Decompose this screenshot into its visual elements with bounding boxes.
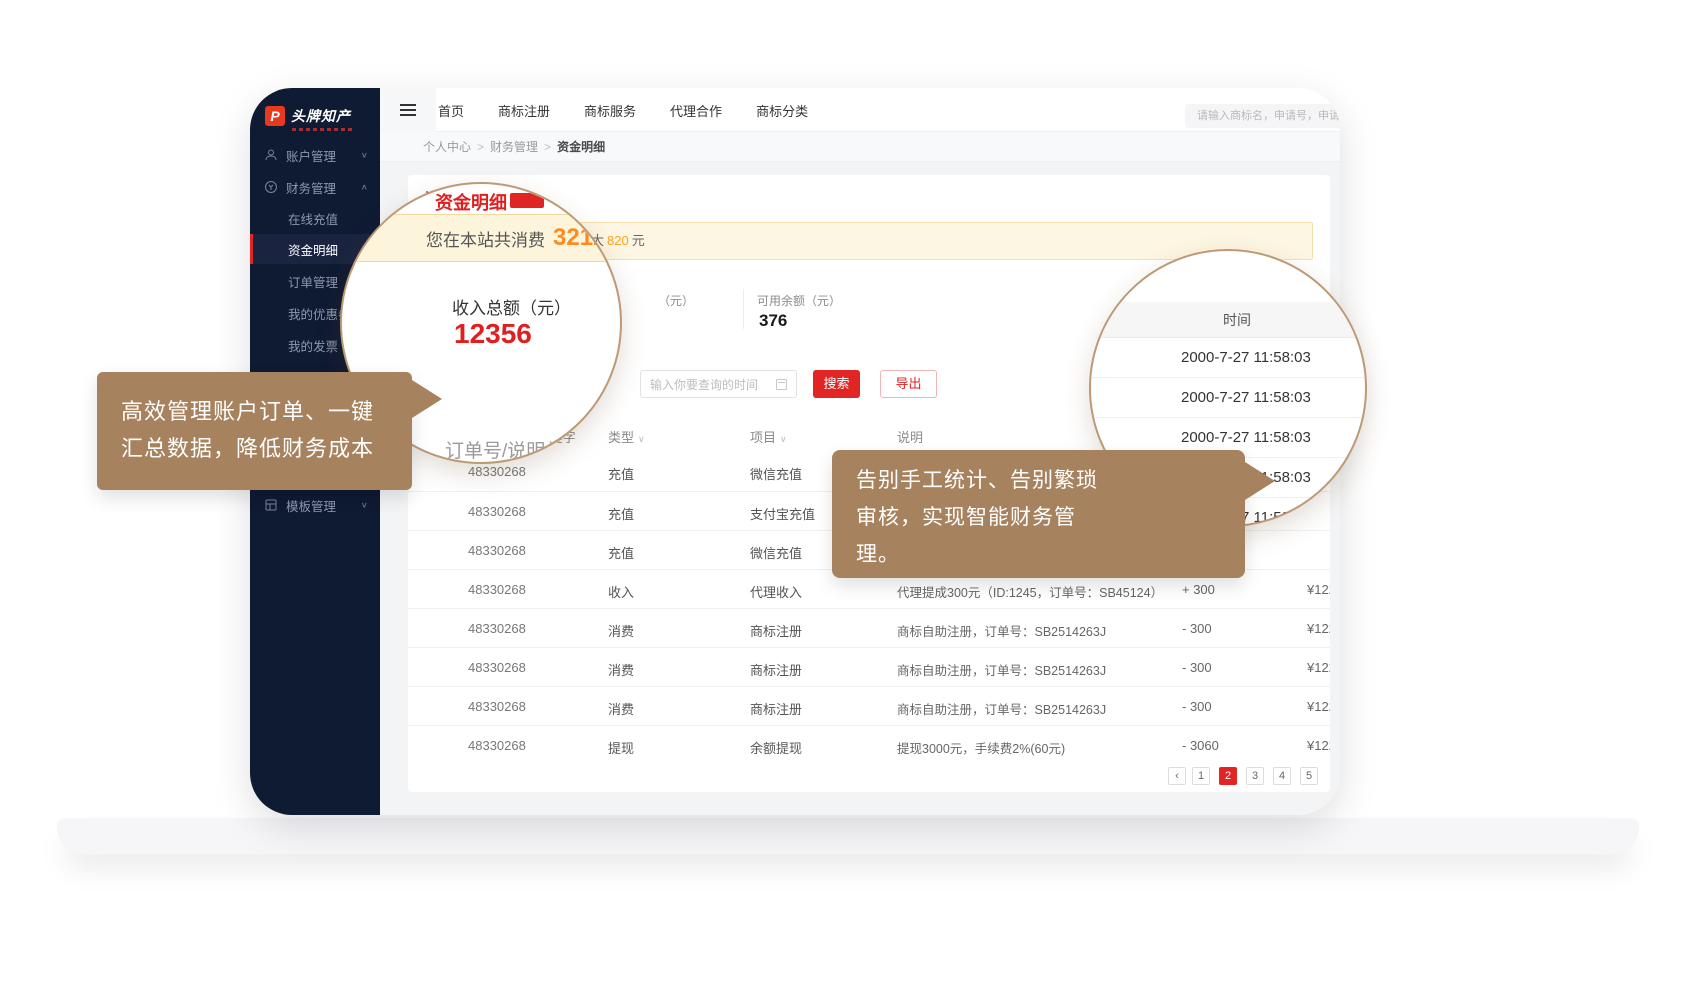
sidebar-item-finance[interactable]: 财务管理 ∧ (250, 173, 380, 201)
nav-menu: 首页 商标注册 商标服务 代理合作 商标分类 (438, 88, 808, 132)
sidebar-item-label: 财务管理 (286, 178, 336, 197)
chevron-down-icon: ∨ (361, 501, 368, 510)
magnified-time-header: 时间 (1091, 302, 1367, 338)
breadcrumb-separator: > (477, 140, 484, 154)
col-header-type[interactable]: 类型∨ (608, 427, 645, 446)
nav-item-trademark-register[interactable]: 商标注册 (498, 101, 550, 120)
brand-logo-icon: P (265, 106, 285, 126)
callout-text-line: 高效管理账户订单、一键 (121, 393, 412, 430)
nav-item-trademark-category[interactable]: 商标分类 (756, 101, 808, 120)
export-button[interactable]: 导出 (880, 370, 937, 398)
breadcrumb-item[interactable]: 个人中心 (423, 140, 471, 154)
hamburger-menu-icon[interactable] (380, 88, 436, 132)
callout-account-orders: 高效管理账户订单、一键 汇总数据，降低财务成本 (97, 372, 412, 490)
breadcrumb-separator: > (544, 140, 551, 154)
callout-text-line: 告别手工统计、告别繁琐 (856, 462, 1245, 499)
laptop-base (57, 818, 1639, 854)
finance-icon (264, 180, 278, 194)
magnified-banner-prefix: 您在本站共消费 (426, 226, 545, 251)
search-button[interactable]: 搜索 (813, 370, 860, 398)
pagination: ‹ 1 2 3 4 5 (408, 767, 1313, 785)
stat-balance-value: 376 (759, 311, 787, 331)
pagination-page-5[interactable]: 5 (1300, 767, 1318, 785)
brand-logo: P 头牌知产 (265, 106, 351, 126)
table-row: 48330268提现余额提现提现3000元，手续费2%(60元)- 3060¥1… (408, 725, 1330, 764)
chevron-down-icon: ∨ (361, 151, 368, 160)
brand-tagline-dots (292, 128, 354, 131)
magnified-banner-number: 32124 (553, 224, 620, 252)
table-row: 48330268消费商标注册商标自助注册，订单号：SB2514263J- 300… (408, 608, 1330, 647)
sidebar-item-label: 模板管理 (286, 496, 336, 515)
user-icon (264, 148, 278, 162)
callout-smart-finance: 告别手工统计、告别繁琐 审核，实现智能财务管 理。 (832, 450, 1245, 578)
pagination-page-1[interactable]: 1 (1192, 767, 1210, 785)
col-header-item[interactable]: 项目∨ (750, 427, 787, 446)
stat-divider (743, 289, 744, 329)
breadcrumb-item[interactable]: 财务管理 (490, 140, 538, 154)
stage: P 头牌知产 账户管理 ∨ 财务管理 ∧ 在线充值 资金明细 订单管理 (0, 0, 1696, 1002)
sidebar-item-label: 资金明细 (288, 240, 338, 259)
magnified-red-badge (510, 193, 544, 208)
table-row: 48330268消费商标注册商标自助注册，订单号：SB2514263J- 300… (408, 647, 1330, 686)
magnified-time-cell: 2000-7-27 11:58:03 (1091, 338, 1367, 378)
table-row: 48330268消费商标注册商标自助注册，订单号：SB2514263J- 300… (408, 686, 1330, 725)
magnified-income-value: 12356 (454, 318, 532, 350)
pagination-page-3[interactable]: 3 (1246, 767, 1264, 785)
magnified-tab-label: 资金明细 (435, 189, 507, 215)
sidebar-item-template[interactable]: 模板管理 ∨ (250, 491, 380, 519)
template-icon (264, 498, 278, 512)
stat-expense-label: （元） (658, 292, 694, 309)
date-query-input[interactable]: 输入你要查询的时间 (640, 370, 797, 398)
callout-text-line: 理。 (856, 536, 1245, 573)
chevron-down-icon: ∨ (780, 434, 787, 444)
callout-text-line: 汇总数据，降低财务成本 (121, 430, 412, 467)
magnified-table-header: 订单号/说明关键 (445, 436, 583, 463)
calendar-icon[interactable] (776, 379, 787, 390)
magnified-income-label: 收入总额（元） (452, 294, 571, 319)
nav-item-trademark-service[interactable]: 商标服务 (584, 101, 636, 120)
col-header-desc: 说明 (897, 427, 923, 446)
stat-balance-label: 可用余额（元） (757, 292, 841, 309)
chevron-up-icon: ∧ (361, 183, 368, 192)
date-query-placeholder: 输入你要查询的时间 (641, 376, 776, 393)
brand-name: 头牌知产 (291, 106, 351, 126)
breadcrumb-item-current: 资金明细 (557, 140, 605, 154)
top-navbar: 首页 商标注册 商标服务 代理合作 商标分类 请输入商标名，申请号，申请人 (380, 88, 1340, 132)
magnified-time-cell: 2000-7-27 11:58:03 (1091, 378, 1367, 418)
sidebar-item-account[interactable]: 账户管理 ∨ (250, 141, 380, 169)
pagination-page-2-active[interactable]: 2 (1219, 767, 1237, 785)
pagination-page-4[interactable]: 4 (1273, 767, 1291, 785)
sidebar-item-label: 我的发票 (288, 336, 338, 355)
search-input[interactable]: 请输入商标名，申请号，申请人 (1185, 104, 1340, 128)
magnified-consumption-banner: 您在本站共消费 32124 (342, 214, 622, 262)
chevron-down-icon: ∨ (638, 434, 645, 444)
banner-unit: 元 (632, 233, 645, 248)
pagination-prev-button[interactable]: ‹ (1168, 767, 1186, 785)
sidebar-item-label: 订单管理 (288, 272, 338, 291)
sidebar-item-label: 账户管理 (286, 146, 336, 165)
nav-item-home[interactable]: 首页 (438, 101, 464, 120)
callout-text-line: 审核，实现智能财务管 (856, 499, 1245, 536)
breadcrumb: 个人中心 > 财务管理 > 资金明细 (380, 132, 1340, 162)
nav-item-agent-cooperation[interactable]: 代理合作 (670, 101, 722, 120)
sidebar-item-label: 在线充值 (288, 209, 338, 228)
